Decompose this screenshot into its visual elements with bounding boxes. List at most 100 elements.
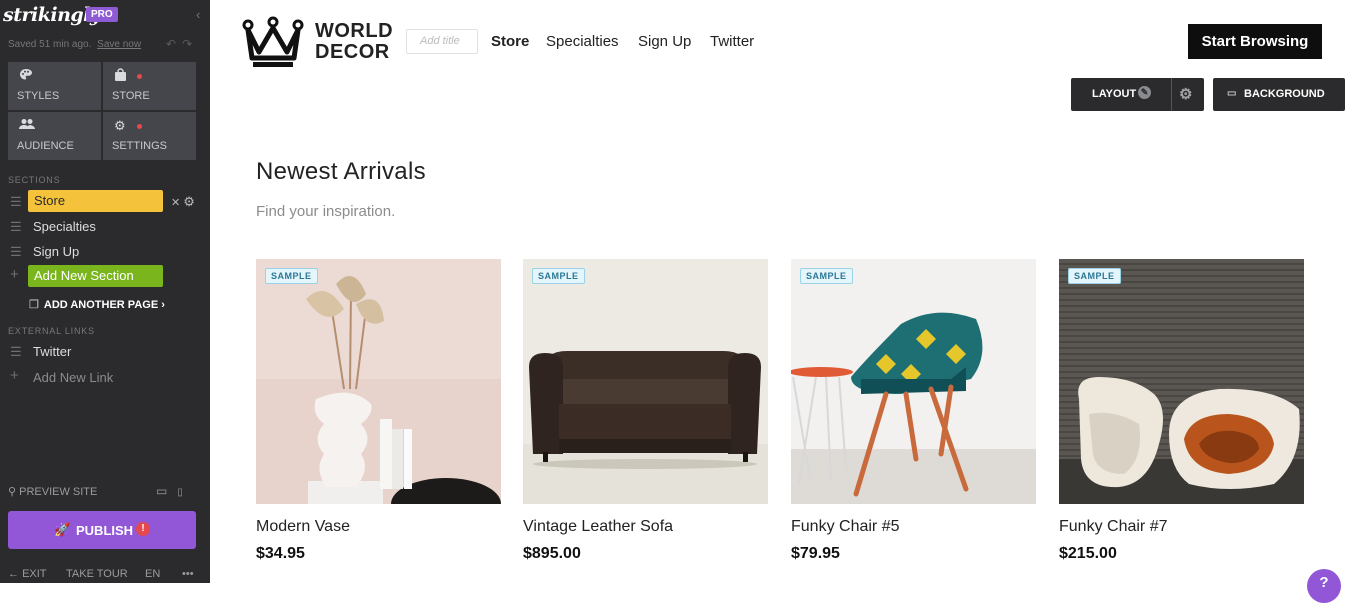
product-price: $895.00 bbox=[523, 545, 581, 562]
styles-tile[interactable]: STYLES bbox=[8, 62, 101, 110]
drag-handle-icon[interactable]: ☰ bbox=[10, 344, 22, 360]
nav-link-sign-up[interactable]: Sign Up bbox=[638, 33, 691, 50]
product-image[interactable]: SAMPLE bbox=[256, 259, 501, 504]
publish-button[interactable]: 🚀 PUBLISH ! bbox=[8, 511, 196, 549]
chevron-right-icon: › bbox=[161, 299, 165, 311]
desktop-icon[interactable]: ▭ bbox=[156, 484, 167, 498]
product-card[interactable]: SAMPLE Funky Chair #7 $215.00 bbox=[1059, 259, 1304, 562]
publish-alert-badge: ! bbox=[136, 522, 150, 536]
site-logo-text[interactable]: WORLD DECOR bbox=[315, 21, 393, 63]
store-tile[interactable]: STORE bbox=[103, 62, 196, 110]
product-image[interactable]: SAMPLE bbox=[791, 259, 1036, 504]
redo-icon[interactable]: ↷ bbox=[182, 37, 198, 51]
store-alert-dot bbox=[137, 74, 142, 79]
section-label[interactable]: Store bbox=[28, 190, 163, 212]
product-card[interactable]: SAMPLE Funky Chair #5 $79.95 bbox=[791, 259, 1036, 562]
preview-site-button[interactable]: ⚲ PREVIEW SITE bbox=[8, 485, 97, 498]
add-link-row[interactable]: + Add New Link bbox=[0, 366, 210, 388]
nav-link-specialties[interactable]: Specialties bbox=[546, 33, 619, 50]
section-label: Specialties bbox=[33, 219, 96, 234]
take-tour-button[interactable]: TAKE TOUR bbox=[66, 568, 128, 580]
save-status: Saved 51 min ago. Save now bbox=[8, 39, 141, 50]
palette-icon bbox=[19, 68, 33, 84]
rocket-icon: 🚀 bbox=[54, 522, 71, 537]
section-item-sign-up[interactable]: ☰ Sign Up bbox=[0, 240, 210, 262]
product-image[interactable]: SAMPLE bbox=[523, 259, 768, 504]
nav-link-twitter[interactable]: Twitter bbox=[710, 33, 754, 50]
product-name[interactable]: Funky Chair #5 bbox=[791, 518, 900, 536]
start-browsing-button[interactable]: Start Browsing bbox=[1188, 24, 1322, 59]
mobile-icon[interactable]: ▯ bbox=[177, 487, 183, 498]
product-name[interactable]: Modern Vase bbox=[256, 518, 350, 536]
product-card[interactable]: SAMPLE Modern Vase $34.95 bbox=[256, 259, 501, 562]
sample-badge: SAMPLE bbox=[265, 268, 318, 284]
section-settings-gear-icon[interactable]: ⚙ bbox=[1179, 85, 1192, 103]
editor-sidebar: strikingly PRO ‹ Saved 51 min ago. Save … bbox=[0, 0, 210, 583]
close-icon[interactable]: ✕ bbox=[171, 197, 180, 209]
external-link-twitter[interactable]: ☰ Twitter bbox=[0, 340, 210, 362]
product-image[interactable]: SAMPLE bbox=[1059, 259, 1304, 504]
product-price: $79.95 bbox=[791, 545, 840, 562]
logo-line-2: DECOR bbox=[315, 41, 390, 63]
exit-button[interactable]: ← EXIT bbox=[8, 568, 47, 580]
nav-link-store[interactable]: Store bbox=[491, 33, 529, 50]
product-card[interactable]: SAMPLE Vintage Leather Sofa $895.00 bbox=[523, 259, 768, 562]
gear-icon[interactable]: ⚙ bbox=[183, 194, 195, 209]
pencil-icon: ✎ bbox=[1138, 86, 1151, 99]
bag-icon bbox=[114, 68, 127, 85]
drag-handle-icon[interactable]: ☰ bbox=[10, 244, 22, 260]
background-button[interactable]: ▭ BACKGROUND bbox=[1213, 78, 1345, 111]
logo-line-1: WORLD bbox=[315, 20, 394, 42]
crown-logo-icon[interactable] bbox=[242, 16, 304, 70]
add-page-label: ADD ANOTHER PAGE bbox=[43, 299, 159, 311]
background-label: BACKGROUND bbox=[1244, 88, 1325, 100]
sample-badge: SAMPLE bbox=[1068, 268, 1121, 284]
add-section-row[interactable]: + Add New Section bbox=[0, 265, 210, 287]
settings-alert-dot bbox=[137, 124, 142, 129]
add-another-page-button[interactable]: ❐ ADD ANOTHER PAGE › bbox=[29, 298, 165, 311]
audience-tile[interactable]: AUDIENCE bbox=[8, 112, 101, 160]
gear-icon: ⚙ bbox=[114, 118, 126, 133]
drag-handle-icon[interactable]: ☰ bbox=[10, 219, 22, 235]
layout-label: LAYOUT bbox=[1092, 88, 1137, 100]
section-actions: ✕ ⚙ bbox=[171, 194, 195, 210]
plus-icon: + bbox=[10, 367, 19, 384]
external-links-heading: EXTERNAL LINKS bbox=[8, 326, 95, 336]
save-now-link[interactable]: Save now bbox=[97, 39, 141, 50]
editor-tiles: STYLES STORE AUDIENCE ⚙ SETTINGS bbox=[8, 62, 196, 160]
language-selector[interactable]: EN bbox=[145, 568, 160, 580]
pages-icon: ❐ bbox=[29, 299, 39, 311]
add-title-field[interactable]: Add title bbox=[406, 29, 478, 54]
help-button[interactable]: ? bbox=[1307, 569, 1341, 603]
plus-icon: + bbox=[10, 266, 19, 283]
external-link-label: Twitter bbox=[33, 344, 72, 359]
add-new-link-button[interactable]: Add New Link bbox=[33, 370, 113, 385]
search-icon: ⚲ bbox=[8, 486, 17, 498]
section-item-specialties[interactable]: ☰ Specialties bbox=[0, 215, 210, 237]
product-price: $34.95 bbox=[256, 545, 305, 562]
product-name[interactable]: Vintage Leather Sofa bbox=[523, 518, 673, 536]
section-label: Sign Up bbox=[33, 244, 80, 259]
section-item-store[interactable]: ☰ Store ✕ ⚙ bbox=[0, 190, 210, 212]
image-icon: ▭ bbox=[1227, 88, 1237, 99]
settings-label: SETTINGS bbox=[112, 140, 168, 152]
product-name[interactable]: Funky Chair #7 bbox=[1059, 518, 1168, 536]
more-menu-icon[interactable]: ••• bbox=[182, 568, 194, 580]
pro-badge: PRO bbox=[86, 7, 118, 22]
undo-icon[interactable]: ↶ bbox=[166, 37, 182, 51]
settings-tile[interactable]: ⚙ SETTINGS bbox=[103, 112, 196, 160]
layout-button[interactable]: LAYOUT ✎ ⚙ bbox=[1071, 78, 1204, 111]
exit-label: EXIT bbox=[22, 568, 47, 580]
drag-handle-icon[interactable]: ☰ bbox=[10, 194, 22, 210]
preview-label: PREVIEW SITE bbox=[19, 486, 98, 498]
collapse-sidebar-icon[interactable]: ‹ bbox=[196, 7, 200, 22]
section-title[interactable]: Newest Arrivals bbox=[256, 158, 426, 186]
publish-label: PUBLISH bbox=[76, 523, 134, 538]
device-toggle: ▭ ▯ bbox=[156, 484, 183, 498]
undo-redo: ↶↷ bbox=[166, 37, 198, 51]
section-subtitle[interactable]: Find your inspiration. bbox=[256, 203, 395, 220]
arrow-left-icon: ← bbox=[8, 568, 19, 580]
add-new-section-button[interactable]: Add New Section bbox=[28, 265, 163, 287]
site-canvas: WORLD DECOR Add title Store Specialties … bbox=[210, 0, 1347, 603]
sections-heading: SECTIONS bbox=[8, 175, 61, 185]
